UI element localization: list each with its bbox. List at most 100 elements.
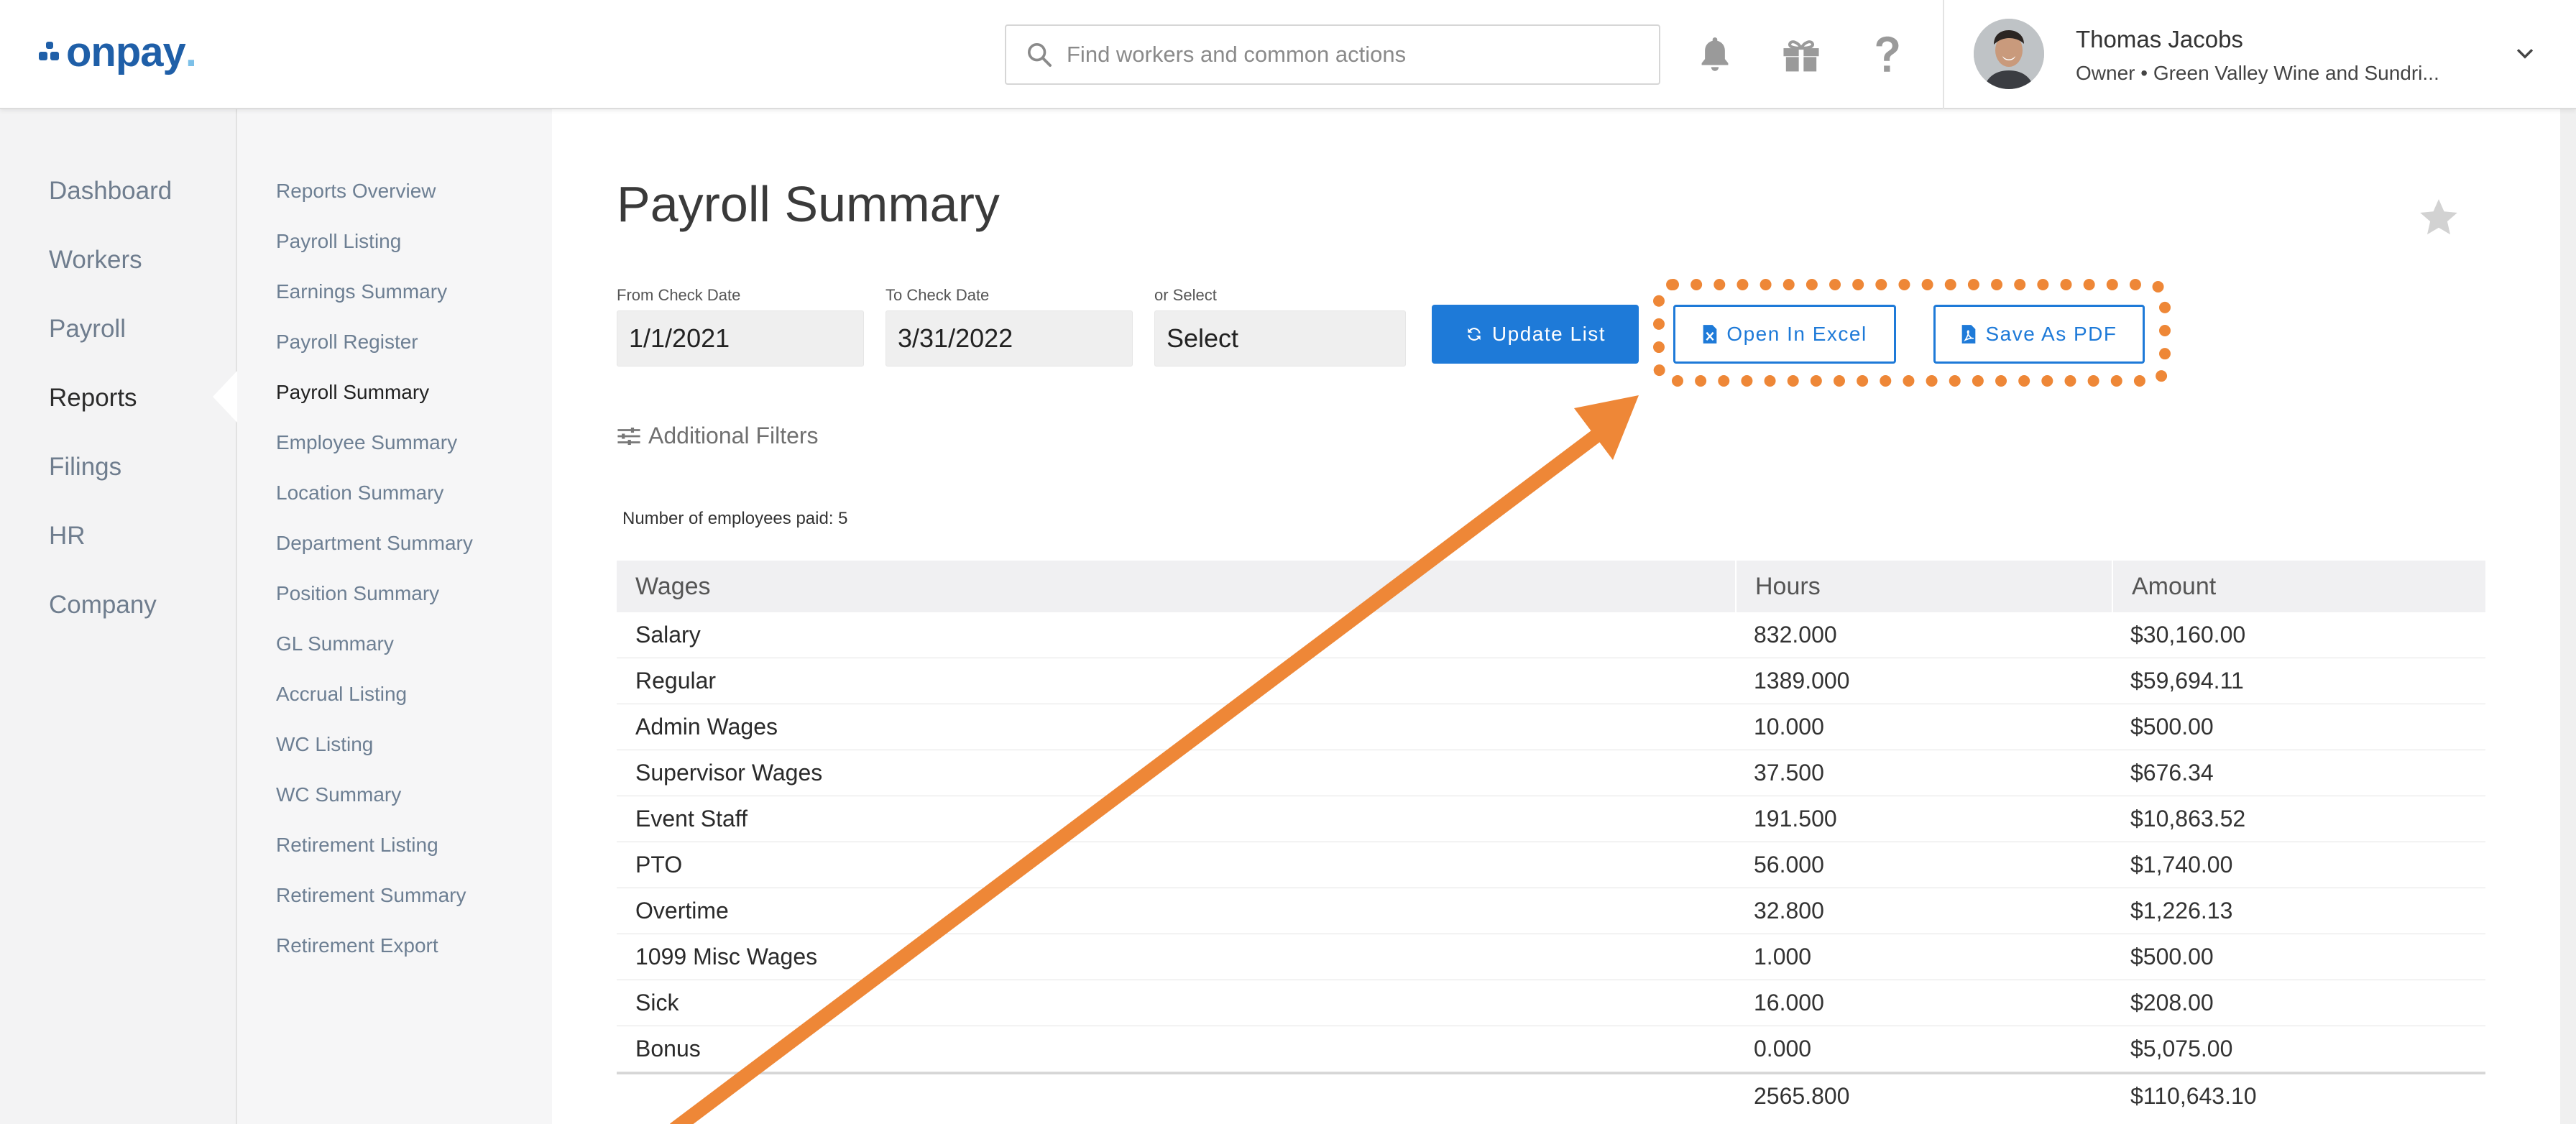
amount-cell: $1,740.00	[2130, 852, 2233, 877]
from-date-input[interactable]: 1/1/2021	[617, 310, 864, 367]
employee-count: Number of employees paid: 5	[622, 509, 848, 528]
header-hours: Hours	[1735, 561, 2112, 612]
subnav-item-wc-listing[interactable]: WC Listing	[276, 733, 373, 756]
hours-cell: 191.500	[1754, 806, 1837, 832]
period-select-label: or Select	[1154, 286, 1217, 304]
hours-cell: 832.000	[1754, 622, 1837, 648]
wage-type-cell: PTO	[635, 852, 683, 877]
subnav-item-retirement-listing[interactable]: Retirement Listing	[276, 834, 438, 857]
filter-sliders-icon	[617, 427, 640, 445]
subnav-item-payroll-listing[interactable]: Payroll Listing	[276, 230, 401, 253]
header-wages: Wages	[635, 572, 711, 600]
notifications-button[interactable]	[1693, 33, 1736, 76]
gift-button[interactable]	[1780, 33, 1823, 76]
top-header: onpay. Thomas Jacobs Owner • Green Valle…	[0, 0, 2576, 109]
additional-filters-label: Additional Filters	[648, 423, 819, 448]
header-amount: Amount	[2112, 561, 2485, 612]
amount-cell: $10,863.52	[2130, 806, 2246, 832]
user-avatar-icon	[1974, 19, 2044, 89]
gift-icon	[1783, 40, 1819, 73]
hours-cell: 0.000	[1754, 1036, 1812, 1061]
table-row: Supervisor Wages 37.500 $676.34	[617, 750, 2485, 796]
table-row: Regular 1389.000 $59,694.11	[617, 658, 2485, 704]
table-body: Salary 832.000 $30,160.00 Regular 1389.000 $5…	[617, 612, 2485, 1072]
subnav-item-retirement-export[interactable]: Retirement Export	[276, 934, 438, 957]
favorite-star-icon[interactable]	[2416, 195, 2461, 240]
nav-item-workers[interactable]: Workers	[49, 246, 142, 275]
amount-cell: $59,694.11	[2130, 668, 2244, 694]
subnav-item-position-summary[interactable]: Position Summary	[276, 582, 439, 605]
hours-cell: 1389.000	[1754, 668, 1850, 694]
user-name[interactable]: Thomas Jacobs	[2076, 26, 2243, 53]
from-date-label: From Check Date	[617, 286, 741, 304]
hours-cell: 37.500	[1754, 760, 1824, 786]
nav-item-filings[interactable]: Filings	[49, 453, 121, 482]
additional-filters-link[interactable]: Additional Filters	[617, 423, 819, 449]
table-row: Event Staff 191.500 $10,863.52	[617, 796, 2485, 842]
subnav-item-gl-summary[interactable]: GL Summary	[276, 632, 394, 655]
subnav-item-department-summary[interactable]: Department Summary	[276, 532, 473, 555]
search-icon	[1028, 43, 1052, 67]
nav-item-reports[interactable]: Reports	[49, 384, 137, 413]
nav-item-hr[interactable]: HR	[49, 522, 86, 551]
chevron-down-icon[interactable]	[2513, 42, 2537, 66]
table-row: Overtime 32.800 $1,226.13	[617, 888, 2485, 934]
wage-type-cell: Event Staff	[635, 806, 748, 832]
update-list-button[interactable]: Update List	[1432, 305, 1639, 364]
nav-item-dashboard[interactable]: Dashboard	[49, 177, 172, 206]
reports-subnav: Reports Overview Payroll Listing Earning…	[236, 109, 552, 1124]
help-button[interactable]	[1866, 33, 1909, 76]
subnav-item-payroll-summary[interactable]: Payroll Summary	[276, 381, 429, 404]
amount-cell: $208.00	[2130, 990, 2214, 1015]
wage-type-cell: Sick	[635, 990, 679, 1015]
period-select[interactable]: Select	[1154, 310, 1406, 367]
table-row: PTO 56.000 $1,740.00	[617, 842, 2485, 888]
bell-icon	[1701, 37, 1729, 71]
amount-cell: $5,075.00	[2130, 1036, 2233, 1061]
subnav-item-wc-summary[interactable]: WC Summary	[276, 783, 401, 806]
table-row: 1099 Misc Wages 1.000 $500.00	[617, 934, 2485, 980]
logo-suffix: .	[185, 28, 197, 75]
search-bar[interactable]	[1005, 24, 1660, 85]
payroll-summary-table: Wages Hours Amount Salary 832.000 $30,160.…	[617, 561, 2485, 1118]
page-title: Payroll Summary	[617, 176, 1000, 232]
total-amount: $110,643.10	[2130, 1083, 2257, 1109]
wage-type-cell: Regular	[635, 668, 717, 694]
subnav-item-location-summary[interactable]: Location Summary	[276, 482, 443, 505]
hours-cell: 32.800	[1754, 898, 1824, 923]
amount-cell: $500.00	[2130, 714, 2214, 740]
logo-mark-icon	[39, 37, 63, 66]
hours-cell: 1.000	[1754, 944, 1812, 969]
subnav-item-accrual-listing[interactable]: Accrual Listing	[276, 683, 407, 706]
subnav-item-earnings-summary[interactable]: Earnings Summary	[276, 280, 447, 303]
subnav-item-reports-overview[interactable]: Reports Overview	[276, 180, 436, 203]
table-header: Wages Hours Amount	[617, 561, 2485, 612]
user-avatar[interactable]	[1974, 19, 2044, 89]
wage-type-cell: Supervisor Wages	[635, 760, 823, 786]
wage-type-cell: Admin Wages	[635, 714, 778, 740]
amount-cell: $500.00	[2130, 944, 2214, 969]
to-date-input[interactable]: 3/31/2022	[886, 310, 1133, 367]
subnav-item-retirement-summary[interactable]: Retirement Summary	[276, 884, 466, 907]
nav-item-company[interactable]: Company	[49, 591, 157, 619]
search-input[interactable]	[1067, 42, 1642, 68]
nav-active-pointer	[213, 371, 237, 423]
nav-item-payroll[interactable]: Payroll	[49, 315, 126, 344]
update-list-label: Update List	[1491, 323, 1606, 345]
primary-nav: Dashboard Workers Payroll Reports Filing…	[0, 109, 236, 1124]
page-scrollbar[interactable]	[2560, 109, 2576, 1124]
amount-cell: $676.34	[2130, 760, 2214, 786]
subnav-item-employee-summary[interactable]: Employee Summary	[276, 431, 457, 454]
onpay-logo[interactable]: onpay.	[39, 29, 197, 75]
logo-text: onpay	[66, 28, 186, 75]
user-role: Owner • Green Valley Wine and Sundri...	[2076, 62, 2439, 84]
hours-cell: 16.000	[1754, 990, 1824, 1015]
amount-cell: $30,160.00	[2130, 622, 2246, 648]
to-date-label: To Check Date	[886, 286, 990, 304]
table-row: Salary 832.000 $30,160.00	[617, 612, 2485, 658]
export-buttons-highlight	[1653, 279, 2171, 387]
refresh-icon	[1468, 328, 1481, 341]
table-total-row: 2565.800 $110,643.10	[617, 1072, 2485, 1118]
header-divider	[1943, 0, 1944, 109]
subnav-item-payroll-register[interactable]: Payroll Register	[276, 331, 418, 354]
